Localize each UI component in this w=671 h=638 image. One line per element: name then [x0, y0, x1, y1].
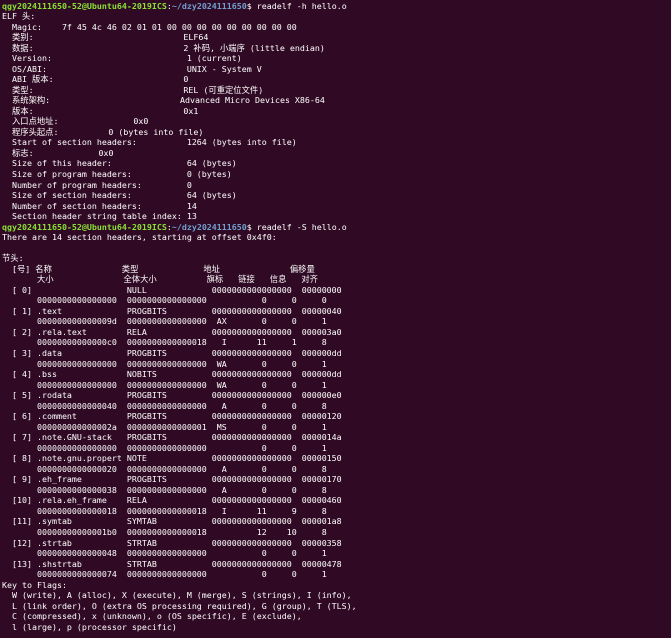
section-row-detail: 0000000000000000 0000000000000000 0 0 0: [2, 295, 327, 306]
section-row: [ 0] NULL 0000000000000000 00000000: [2, 284, 342, 295]
section-row-detail: 0000000000000020 0000000000000000 A 0 0 …: [2, 463, 327, 474]
sections-intro-line: 节头:: [2, 253, 24, 264]
section-row: [ 8] .note.gnu.propert NOTE 000000000000…: [2, 453, 342, 464]
elf-header-line: Size of this header: 64 (bytes): [2, 158, 237, 169]
command-text: readelf -S hello.o: [256, 221, 347, 232]
section-row-detail: 00000000000000c0 0000000000000018 I 11 1…: [2, 337, 327, 348]
section-row: [ 7] .note.GNU-stack PROGBITS 0000000000…: [2, 432, 342, 443]
elf-header-line: OS/ABI: UNIX - System V: [2, 63, 262, 74]
elf-header-line: ABI 版本: 0: [2, 74, 189, 85]
flags-key-line: l (large), p (processor specific): [2, 621, 177, 632]
section-table-header: 大小 全体大小 旗标 链接 信息 对齐: [2, 274, 318, 285]
prompt-line: qgy2024111650-52@Ubuntu64-2019ICS:~/dzy2…: [2, 1, 347, 12]
section-row-detail: 0000000000000018 0000000000000018 I 11 9…: [2, 505, 327, 516]
prompt-user-host: qgy2024111650-52@Ubuntu64-2019ICS: [2, 0, 167, 11]
flags-key-line: Key to Flags:: [2, 579, 67, 590]
section-row-detail: 0000000000000000 0000000000000000 WA 0 0…: [2, 379, 327, 390]
elf-header-line: 标志: 0x0: [2, 147, 114, 158]
section-row-detail: 0000000000000074 0000000000000000 0 0 1: [2, 569, 327, 580]
section-row-detail: 0000000000000000 0000000000000000 WA 0 0…: [2, 358, 327, 369]
section-row: [12] .strtab STRTAB 0000000000000000 000…: [2, 537, 342, 548]
elf-header-line: 类型: REL (可重定位文件): [2, 84, 264, 95]
prompt-path: ~/dzy2024111650: [171, 0, 247, 11]
elf-header-line: Section header string table index: 13: [2, 211, 197, 222]
prompt-path: ~/dzy2024111650: [171, 221, 247, 232]
section-row: [ 9] .eh_frame PROGBITS 0000000000000000…: [2, 474, 342, 485]
elf-header-line: 版本: 0x1: [2, 105, 199, 116]
section-row: [ 1] .text PROGBITS 0000000000000000 000…: [2, 305, 342, 316]
prompt-line: qgy2024111650-52@Ubuntu64-2019ICS:~/dzy2…: [2, 222, 347, 233]
elf-header-line: Version: 1 (current): [2, 53, 242, 64]
elf-header-line: 入口点地址: 0x0: [2, 116, 149, 127]
elf-header-line: Size of section headers: 64 (bytes): [2, 190, 237, 201]
section-row: [ 3] .data PROGBITS 0000000000000000 000…: [2, 347, 342, 358]
section-row-detail: 0000000000000000 0000000000000000 0 0 1: [2, 442, 327, 453]
flags-key-line: C (compressed), x (unknown), o (OS speci…: [2, 611, 302, 622]
prompt-symbol: $: [246, 221, 257, 232]
elf-header-line: Magic: 7f 45 4c 46 02 01 01 00 00 00 00 …: [2, 21, 297, 32]
elf-header-line: 系统架构: Advanced Micro Devices X86-64: [2, 95, 325, 106]
prompt-symbol: $: [246, 0, 257, 11]
section-row: [13] .shstrtab STRTAB 0000000000000000 0…: [2, 558, 342, 569]
elf-header-line: Start of section headers: 1264 (bytes in…: [2, 137, 297, 148]
section-row: [10] .rela.eh_frame RELA 000000000000000…: [2, 495, 342, 506]
elf-header-line: 数据: 2 补码, 小端序 (little endian): [2, 42, 325, 53]
flags-key-line: W (write), A (alloc), X (execute), M (me…: [2, 590, 352, 601]
section-row-detail: 000000000000009d 0000000000000000 AX 0 0…: [2, 316, 327, 327]
command-text: readelf -h hello.o: [256, 0, 347, 11]
section-row-detail: 000000000000002a 0000000000000001 MS 0 0…: [2, 421, 327, 432]
elf-header-line: Number of section headers: 14: [2, 200, 197, 211]
elf-header-line: ELF 头:: [2, 11, 36, 22]
section-row: [ 5] .rodata PROGBITS 0000000000000000 0…: [2, 390, 342, 401]
sections-intro-line: There are 14 section headers, starting a…: [2, 232, 277, 243]
section-row: [11] .symtab SYMTAB 0000000000000000 000…: [2, 516, 342, 527]
elf-header-line: Number of program headers: 0: [2, 179, 192, 190]
elf-header-line: 类别: ELF64: [2, 32, 209, 43]
section-row-detail: 0000000000000038 0000000000000000 A 0 0 …: [2, 484, 327, 495]
section-row: [ 6] .comment PROGBITS 0000000000000000 …: [2, 411, 342, 422]
section-table-header: [号] 名称 类型 地址 偏移量: [2, 263, 315, 274]
section-row: [ 2] .rela.text RELA 0000000000000000 00…: [2, 326, 342, 337]
terminal-window[interactable]: qgy2024111650-52@Ubuntu64-2019ICS:~/dzy2…: [0, 0, 671, 638]
section-row: [ 4] .bss NOBITS 0000000000000000 000000…: [2, 369, 342, 380]
elf-header-line: Size of program headers: 0 (bytes): [2, 168, 232, 179]
section-row-detail: 0000000000000048 0000000000000000 0 0 1: [2, 548, 327, 559]
prompt-user-host: qgy2024111650-52@Ubuntu64-2019ICS: [2, 221, 167, 232]
elf-header-line: 程序头起点: 0 (bytes into file): [2, 126, 204, 137]
section-row-detail: 00000000000001b0 0000000000000018 12 10 …: [2, 527, 327, 537]
flags-key-line: L (link order), O (extra OS processing r…: [2, 600, 357, 611]
section-row-detail: 0000000000000040 0000000000000000 A 0 0 …: [2, 400, 327, 411]
